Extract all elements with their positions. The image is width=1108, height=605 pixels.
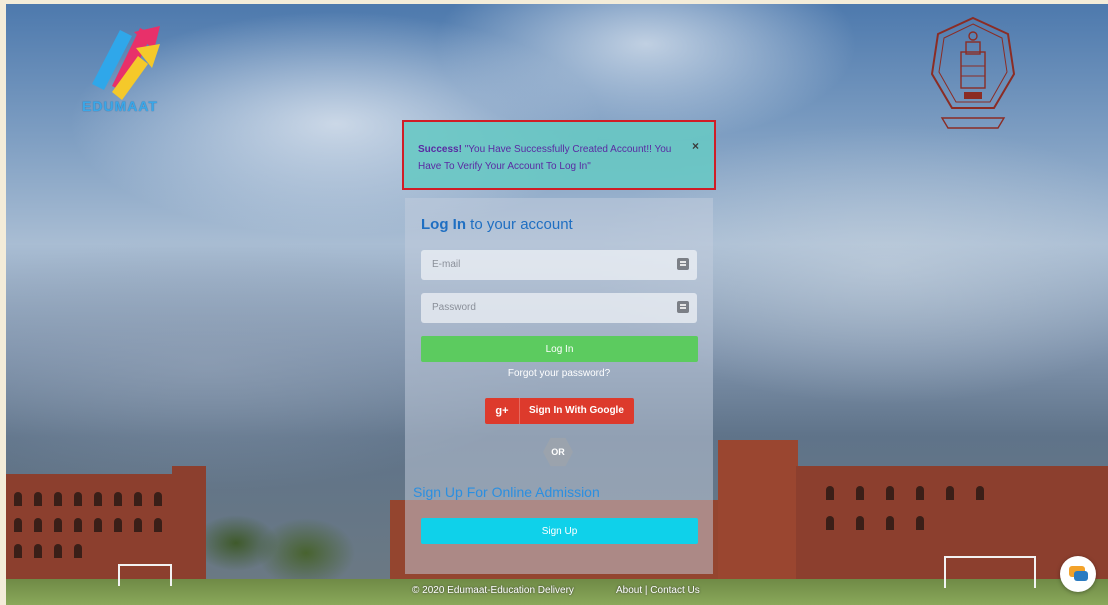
chat-widget-button[interactable] (1060, 556, 1096, 592)
footer-copyright: © 2020 Edumaat-Education Delivery (412, 585, 574, 596)
password-field-wrap (421, 293, 697, 323)
signup-admission-link[interactable]: Sign Up For Online Admission (413, 484, 600, 500)
brand-name: EDUMAAT (82, 98, 158, 114)
alert-strong: Success! (418, 144, 462, 155)
email-field-wrap (421, 250, 697, 280)
login-title-strong: Log In (421, 216, 466, 233)
football-goal-left (118, 564, 172, 586)
university-seal-icon (930, 16, 1016, 129)
password-field[interactable] (421, 293, 672, 321)
login-title: Log In to your account (421, 216, 573, 233)
google-plus-icon: g+ (485, 398, 520, 424)
forgot-password-link[interactable]: Forgot your password? (405, 368, 713, 379)
key-icon (677, 301, 689, 313)
left-tower (172, 466, 206, 584)
footer-links: About | Contact Us (616, 585, 700, 596)
google-signin-button[interactable]: g+ Sign In With Google (485, 398, 634, 424)
google-signin-label: Sign In With Google (529, 405, 624, 416)
login-button[interactable]: Log In (421, 336, 698, 362)
login-title-rest: to your account (466, 216, 573, 233)
login-panel: Log In to your account Log In Forgot you… (405, 198, 713, 574)
chat-bubble-back (1074, 571, 1088, 581)
about-link[interactable]: About (616, 585, 642, 596)
signup-button[interactable]: Sign Up (421, 518, 698, 544)
or-divider: OR (543, 437, 573, 467)
center-tower (718, 440, 798, 584)
email-field[interactable] (421, 250, 672, 278)
key-icon (677, 258, 689, 270)
football-goal (944, 556, 1036, 588)
alert-message: Success! "You Have Successfully Created … (418, 141, 688, 175)
contact-link[interactable]: Contact Us (650, 585, 699, 596)
close-icon[interactable]: × (692, 139, 699, 153)
success-alert: Success! "You Have Successfully Created … (402, 120, 716, 190)
